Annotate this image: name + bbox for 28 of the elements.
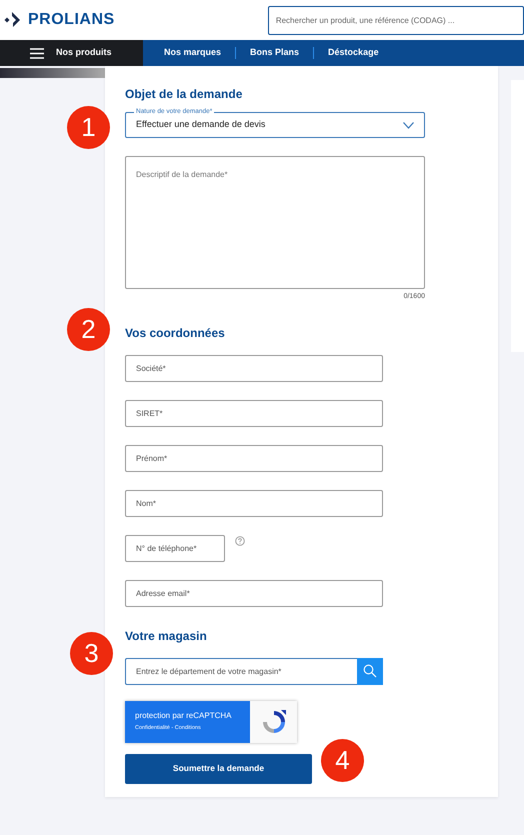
search-field[interactable]: Rechercher un produit, une référence (CODAG) ...: [268, 6, 524, 34]
store-search-field[interactable]: Entrez le département de votre magasin*: [125, 658, 357, 684]
section-title: Vos coordonnées: [125, 324, 226, 342]
description-field[interactable]: Descriptif de la demande*: [125, 156, 425, 289]
help-icon[interactable]: [235, 536, 245, 546]
brand-name[interactable]: PROLIANS: [28, 8, 115, 32]
step-number-badge: 2: [67, 308, 110, 351]
menu-icon: [30, 48, 44, 58]
recaptcha-text: protection par reCAPTCHA: [135, 710, 232, 722]
text-field[interactable]: Adresse email*: [125, 580, 383, 606]
text-field[interactable]: Prénom*: [125, 444, 383, 472]
text-field[interactable]: Nom*: [125, 490, 383, 516]
logo-icon: [4, 11, 22, 29]
section-title: Objet de la demande: [125, 86, 244, 103]
section-title: Votre magasin: [125, 628, 208, 644]
nav-link[interactable]: Déstockage: [321, 46, 386, 60]
submit-button[interactable]: Soumettre la demande: [125, 754, 312, 784]
nav-link[interactable]: Nos marques: [157, 46, 228, 60]
chevron-down-icon: [403, 122, 414, 128]
search-button[interactable]: [357, 658, 383, 684]
phone-field[interactable]: N° de téléphone*: [125, 534, 225, 562]
search-icon: [363, 664, 377, 678]
step-number-badge: 1: [67, 106, 110, 149]
nav-link[interactable]: Bons Plans: [243, 46, 306, 60]
text-field[interactable]: SIRET*: [125, 400, 383, 426]
step-number-badge: 3: [70, 632, 113, 675]
menu-button[interactable]: Nos produits: [0, 40, 143, 66]
text-field[interactable]: Société*: [125, 354, 383, 382]
